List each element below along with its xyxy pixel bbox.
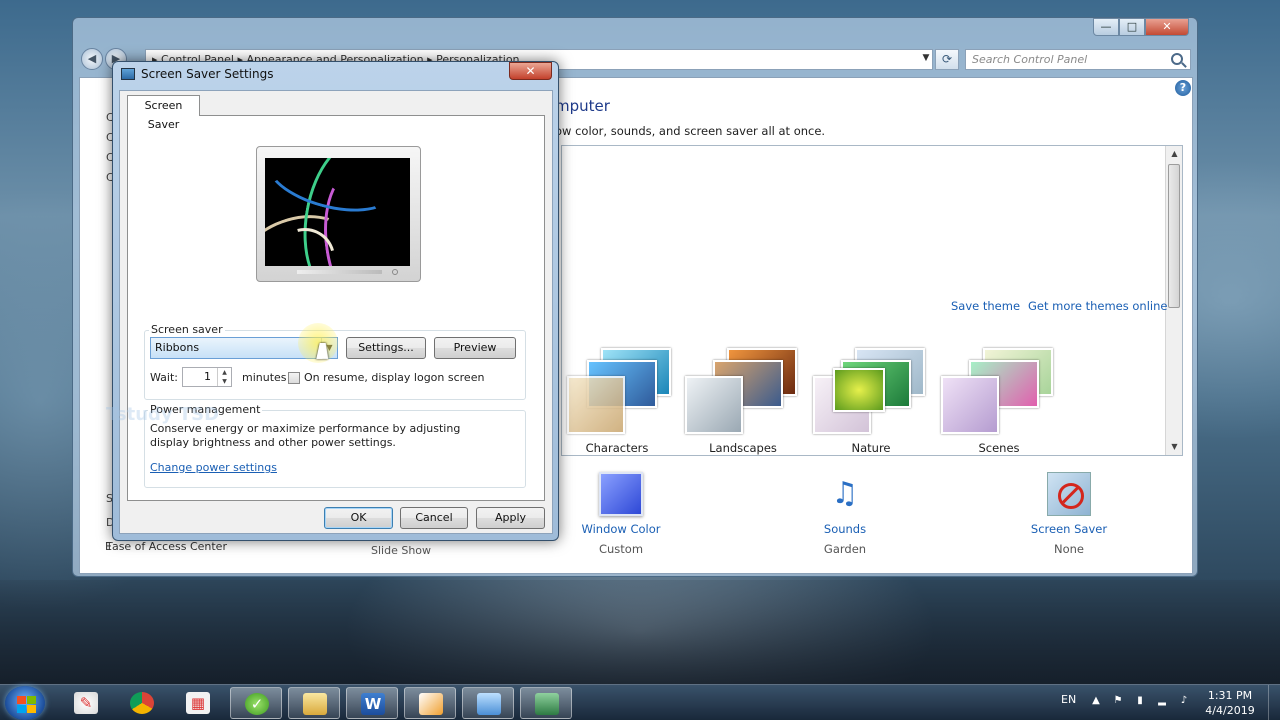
- screen-saver-icon: [535, 693, 559, 715]
- screen-saver-value: None: [1053, 542, 1084, 556]
- stepper-down-icon[interactable]: ▼: [217, 377, 231, 386]
- preview-button[interactable]: Preview: [434, 337, 516, 359]
- tool-icon: [419, 693, 443, 715]
- music-notes-icon: ♫: [831, 476, 859, 511]
- monitor-preview: [256, 146, 421, 282]
- theme-label: Characters: [585, 441, 649, 455]
- start-button[interactable]: [5, 686, 45, 720]
- settings-button[interactable]: Settings...: [346, 337, 426, 359]
- taskbar-paint[interactable]: ✎: [60, 687, 112, 719]
- tab-screen-saver[interactable]: Screen Saver: [127, 95, 200, 131]
- themes-scrollbar[interactable]: ▲ ▼: [1165, 146, 1182, 455]
- wait-label: Wait:: [150, 371, 178, 384]
- theme-label: Nature: [851, 441, 891, 455]
- dialog-client: Screen Saver Screen saver Ribbons ▼ Set: [119, 90, 553, 534]
- paint-icon: ✎: [74, 692, 98, 714]
- taskbar: ✎ ▦ ✓ W EN ▲ ⚑ ▮ ▂ ♪ 1:31 PM 4/4/2019: [0, 684, 1280, 720]
- tab-panel: Screen saver Ribbons ▼ Settings... Previ…: [127, 115, 545, 501]
- theme-nature[interactable]: Nature: [811, 346, 931, 456]
- scrollbar-thumb[interactable]: [1168, 164, 1180, 308]
- taskbar-app-grid[interactable]: ▦: [172, 687, 224, 719]
- taskbar-chrome[interactable]: [116, 687, 168, 719]
- taskbar-explorer[interactable]: [288, 687, 340, 719]
- power-management-description: Conserve energy or maximize performance …: [150, 422, 461, 449]
- window-color-value: Custom: [598, 542, 644, 556]
- get-more-themes-link[interactable]: Get more themes online: [1028, 299, 1167, 313]
- refresh-icon[interactable]: ⟳: [935, 49, 959, 70]
- language-indicator[interactable]: EN: [1061, 693, 1076, 706]
- desktop-background-foreground: [0, 580, 1280, 684]
- taskbar-green-app[interactable]: ✓: [230, 687, 282, 719]
- screen-saver-dialog: Screen Saver Settings ✕ Screen Saver Scr…: [112, 61, 559, 541]
- screen-saver-none-icon: [1047, 472, 1091, 516]
- change-power-settings-link[interactable]: Change power settings: [150, 461, 277, 474]
- minimize-button[interactable]: —: [1093, 18, 1119, 36]
- taskbar-tool[interactable]: [404, 687, 456, 719]
- clock-date: 4/4/2019: [1205, 704, 1255, 717]
- watermark-logo: Tstudy TSD: [106, 404, 220, 425]
- scroll-down-icon[interactable]: ▼: [1166, 439, 1183, 455]
- page-subtitle: ow color, sounds, and screen saver all a…: [555, 124, 826, 138]
- network-icon[interactable]: ▂: [1156, 695, 1168, 707]
- theme-scenes[interactable]: Scenes: [939, 346, 1059, 456]
- screen-saver-link[interactable]: Screen Saver: [1009, 522, 1129, 536]
- maximize-button[interactable]: □: [1119, 18, 1145, 36]
- app-grid-icon: ▦: [186, 692, 210, 714]
- help-icon[interactable]: ?: [1175, 80, 1191, 96]
- stepper-up-icon[interactable]: ▲: [217, 368, 231, 377]
- theme-label: Scenes: [978, 441, 1020, 455]
- minutes-label: minutes: [242, 371, 287, 384]
- ease-of-access-link[interactable]: Ease of Access Center: [105, 540, 227, 553]
- sounds-link[interactable]: Sounds: [785, 522, 905, 536]
- sounds-value: Garden: [823, 542, 867, 556]
- clock-time: 1:31 PM: [1207, 689, 1253, 702]
- show-desktop-button[interactable]: [1268, 685, 1280, 720]
- theme-landscapes[interactable]: Landscapes: [683, 346, 803, 456]
- screen-saver-app-icon: [121, 68, 135, 80]
- screen-saver-group-label: Screen saver: [149, 323, 225, 336]
- wait-minutes-value[interactable]: 1: [204, 370, 211, 383]
- word-icon: W: [361, 693, 385, 715]
- theme-label: Landscapes: [709, 441, 777, 455]
- save-theme-link[interactable]: Save theme: [951, 299, 1020, 313]
- clock[interactable]: 1:31 PM 4/4/2019: [1200, 688, 1260, 718]
- action-center-icon[interactable]: ⚑: [1112, 695, 1124, 707]
- show-hidden-icons-icon[interactable]: ▲: [1090, 695, 1102, 707]
- search-icon[interactable]: [1171, 51, 1189, 67]
- sounds-item[interactable]: ♫ Sounds Garden: [785, 472, 905, 556]
- volume-icon[interactable]: ♪: [1178, 695, 1190, 707]
- scroll-up-icon[interactable]: ▲: [1166, 146, 1183, 162]
- back-icon[interactable]: ◀: [81, 48, 103, 70]
- logon-screen-checkbox[interactable]: [288, 372, 300, 384]
- screen-saver-item[interactable]: Screen Saver None: [1009, 472, 1129, 556]
- theme-characters[interactable]: Characters: [557, 346, 677, 456]
- dialog-title: Screen Saver Settings: [141, 67, 274, 81]
- battery-icon[interactable]: ▮: [1134, 695, 1146, 707]
- taskbar-word[interactable]: W: [346, 687, 398, 719]
- apply-button[interactable]: Apply: [476, 507, 545, 529]
- window-color-link[interactable]: Window Color: [561, 522, 681, 536]
- green-app-icon: ✓: [245, 693, 269, 715]
- chevron-down-icon[interactable]: ▼: [919, 49, 933, 70]
- page-title: mputer: [555, 97, 610, 115]
- control-panel-icon: [477, 693, 501, 715]
- close-button[interactable]: ✕: [1145, 18, 1189, 36]
- search-input[interactable]: Search Control Panel: [965, 49, 1191, 70]
- logon-screen-label[interactable]: On resume, display logon screen: [304, 371, 484, 384]
- wait-minutes-stepper[interactable]: 1 ▲ ▼: [182, 367, 232, 387]
- ribbons-preview: [265, 158, 410, 266]
- window-color-item[interactable]: Window Color Custom: [561, 472, 681, 556]
- dialog-close-button[interactable]: ✕: [509, 62, 552, 80]
- window-color-icon: [599, 472, 643, 516]
- slide-show-label: Slide Show: [371, 544, 432, 557]
- monitor-stand: [297, 270, 382, 274]
- chrome-icon: [130, 692, 154, 714]
- taskbar-control-panel[interactable]: [462, 687, 514, 719]
- screen-saver-select-value: Ribbons: [155, 341, 200, 354]
- folder-icon: [303, 693, 327, 715]
- monitor-power-icon: [392, 269, 398, 275]
- cancel-button[interactable]: Cancel: [400, 507, 468, 529]
- ok-button[interactable]: OK: [324, 507, 393, 529]
- taskbar-screen-saver[interactable]: [520, 687, 572, 719]
